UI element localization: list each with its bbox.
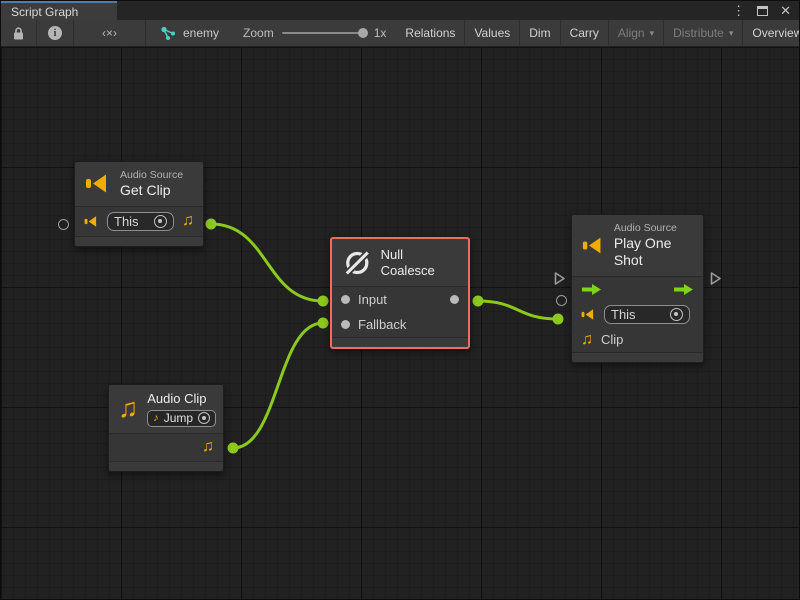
node-null-coalesce[interactable]: Null Coalesce Input Fallback <box>330 237 470 349</box>
zoom-slider[interactable] <box>282 32 366 34</box>
dim-button[interactable]: Dim <box>520 20 560 46</box>
audio-source-icon <box>582 235 605 256</box>
relations-button[interactable]: Relations <box>396 20 465 46</box>
window-controls: ⋮ ✕ <box>732 1 799 20</box>
node-audio-source-play-one-shot[interactable]: Audio Source Play One Shot <box>571 214 704 363</box>
tab-script-graph[interactable]: Script Graph <box>1 1 117 20</box>
connection-wire[interactable] <box>233 323 323 448</box>
lock-button[interactable] <box>1 20 37 46</box>
info-icon: i <box>48 26 62 40</box>
node-audio-clip-literal[interactable]: ♫ Audio Clip ♪ Jump ♫ <box>108 384 224 472</box>
graph-asset-icon <box>160 26 177 41</box>
fallback-port[interactable] <box>341 320 350 329</box>
target-value: This <box>114 214 148 229</box>
node-footer <box>332 337 468 347</box>
port-label: Fallback <box>358 317 406 332</box>
maximize-icon[interactable] <box>757 6 768 16</box>
audio-clip-object-field[interactable]: ♪ Jump <box>147 410 216 427</box>
code-brackets-icon: ‹×› <box>102 26 117 40</box>
graph-canvas[interactable]: Audio Source Get Clip This ♫ <box>1 47 799 600</box>
wire-endpoint[interactable] <box>318 318 329 329</box>
value-input-port[interactable] <box>556 295 567 306</box>
audio-source-icon <box>85 173 111 194</box>
music-note-icon: ♪ <box>153 413 159 424</box>
connection-wire[interactable] <box>478 301 558 319</box>
flow-output-port[interactable] <box>709 271 722 286</box>
flow-input-port[interactable] <box>553 271 566 286</box>
node-footer <box>109 461 223 471</box>
carry-button[interactable]: Carry <box>561 20 609 46</box>
node-header: Null Coalesce <box>332 239 468 286</box>
zoom-label: Zoom <box>243 26 274 40</box>
script-graph-window: Script Graph ⋮ ✕ i ‹×› <box>0 0 800 600</box>
audio-source-icon <box>581 308 596 321</box>
distribute-dropdown[interactable]: Distribute ▾ <box>664 20 743 46</box>
audio-clip-icon: ♫ <box>118 395 138 422</box>
node-header: ♫ Audio Clip ♪ Jump <box>109 385 223 433</box>
node-title: Play One Shot <box>614 235 693 269</box>
chevron-down-icon: ▾ <box>729 28 734 39</box>
object-picker-icon[interactable] <box>670 308 683 321</box>
object-picker-icon[interactable] <box>198 412 210 424</box>
node-footer <box>572 352 703 362</box>
tab-bar: Script Graph ⋮ ✕ <box>1 1 799 20</box>
flow-out-arrow-icon[interactable] <box>673 283 694 296</box>
wire-endpoint[interactable] <box>553 314 564 325</box>
zoom-control: Zoom 1x <box>233 20 396 46</box>
audio-source-icon <box>84 215 99 228</box>
node-title: Audio Clip <box>147 391 216 407</box>
result-output-port[interactable] <box>450 295 459 304</box>
target-value: This <box>611 307 664 322</box>
node-category: Audio Source <box>614 222 693 235</box>
code-view-button[interactable]: ‹×› <box>74 20 146 46</box>
value-input-port[interactable] <box>58 219 69 230</box>
flow-in-arrow-icon[interactable] <box>581 283 602 296</box>
target-object-field[interactable]: This <box>107 212 174 231</box>
target-object-field[interactable]: This <box>604 305 690 324</box>
audio-clip-output-port[interactable]: ♫ <box>182 213 194 229</box>
node-header: Audio Source Play One Shot <box>572 215 703 276</box>
graph-toolbar: i ‹×› enemy Zoom 1x Relations Values Dim <box>1 20 799 47</box>
overview-button[interactable]: Overview <box>743 20 800 46</box>
lock-icon <box>12 26 25 41</box>
node-category: Audio Source <box>120 169 183 182</box>
object-picker-icon[interactable] <box>154 215 167 228</box>
node-footer <box>75 236 203 246</box>
info-button[interactable]: i <box>37 20 74 46</box>
wire-endpoint[interactable] <box>228 443 239 454</box>
wire-endpoint[interactable] <box>206 219 217 230</box>
input-port[interactable] <box>341 295 350 304</box>
tab-title: Script Graph <box>11 5 78 19</box>
node-title: Get Clip <box>120 182 183 199</box>
graph-name: enemy <box>183 26 219 40</box>
wire-endpoint[interactable] <box>473 296 484 307</box>
audio-clip-output-port[interactable]: ♫ <box>202 439 214 455</box>
close-icon[interactable]: ✕ <box>780 4 791 17</box>
node-title: Null Coalesce <box>381 247 457 278</box>
zoom-value: 1x <box>374 26 387 40</box>
window-menu-icon[interactable]: ⋮ <box>732 4 745 17</box>
align-dropdown[interactable]: Align ▾ <box>609 20 664 46</box>
null-coalesce-icon <box>343 248 372 278</box>
values-button[interactable]: Values <box>465 20 520 46</box>
port-label: Input <box>358 292 442 307</box>
node-header: Audio Source Get Clip <box>75 162 203 206</box>
chevron-down-icon: ▾ <box>650 28 655 39</box>
clip-input-port[interactable]: ♫ <box>581 332 593 348</box>
zoom-slider-handle[interactable] <box>358 28 368 38</box>
connection-wire[interactable] <box>211 224 323 301</box>
wire-endpoint[interactable] <box>318 296 329 307</box>
node-audio-source-get-clip[interactable]: Audio Source Get Clip This ♫ <box>74 161 204 247</box>
audio-clip-value: Jump <box>164 411 193 425</box>
port-label: Clip <box>601 332 623 347</box>
graph-reference[interactable]: enemy <box>146 20 233 46</box>
